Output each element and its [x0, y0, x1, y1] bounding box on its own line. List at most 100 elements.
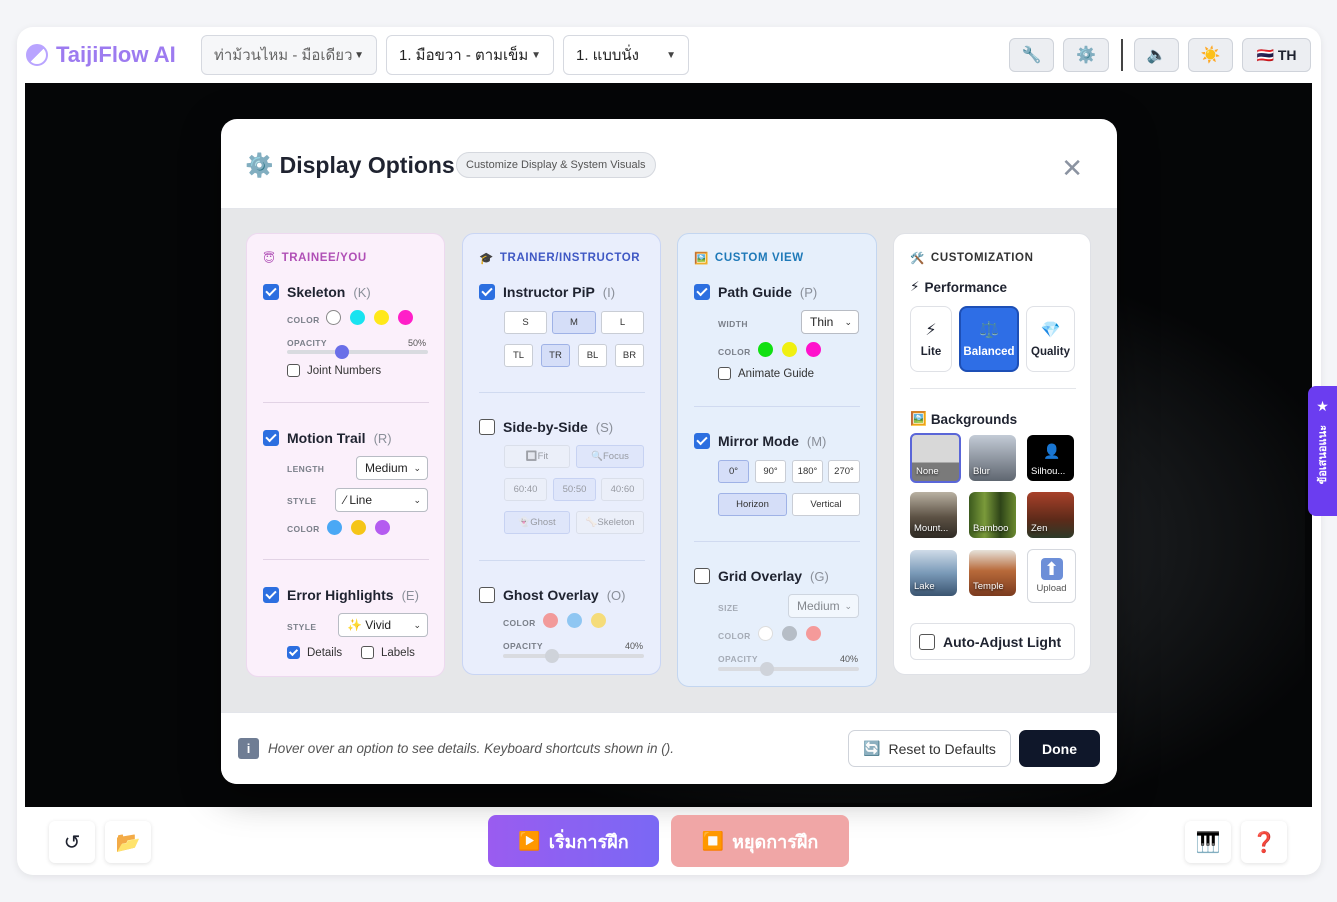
feedback-tab[interactable]: ★ ข้อเสนอแนะ	[1308, 386, 1337, 516]
motion-trail-toggle[interactable]: Motion Trail (R)	[263, 430, 392, 446]
mirror-toggle[interactable]: Mirror Mode (M)	[694, 433, 826, 449]
skeleton-color-yellow[interactable]	[374, 310, 389, 325]
bg-temple[interactable]: Temple	[969, 550, 1016, 596]
wrench-button[interactable]: 🔧	[1009, 38, 1054, 72]
pip-pos-br[interactable]: BR	[615, 344, 644, 367]
bg-lake[interactable]: Lake	[910, 550, 957, 596]
perf-balanced[interactable]: ⚖️ Balanced	[959, 306, 1019, 372]
bg-silhouette[interactable]: 👤 Silhou...	[1027, 435, 1074, 481]
help-button[interactable]: ❓	[1241, 821, 1287, 863]
mirror-checkbox[interactable]	[694, 433, 710, 449]
sbs-mode-fit[interactable]: 🔲 Fit	[504, 445, 570, 468]
pose-select[interactable]: 1. แบบนั่ง ▼	[563, 35, 689, 75]
trail-color-purple[interactable]	[375, 520, 390, 535]
pip-size-m[interactable]: M	[552, 311, 596, 334]
path-color-green[interactable]	[758, 342, 773, 357]
grid-opacity-slider[interactable]	[718, 662, 859, 676]
pip-size-s[interactable]: S	[504, 311, 547, 334]
path-width-select[interactable]: Thin ⌄	[801, 310, 859, 334]
done-button[interactable]: Done	[1019, 730, 1100, 767]
path-color-magenta[interactable]	[806, 342, 821, 357]
perf-quality[interactable]: 💎 Quality	[1026, 306, 1075, 372]
grid-color-gray[interactable]	[782, 626, 797, 641]
joint-numbers-checkbox[interactable]	[287, 364, 300, 377]
motion-trail-checkbox[interactable]	[263, 430, 279, 446]
bg-blur[interactable]: Blur	[969, 435, 1016, 481]
keyboard-button[interactable]: 🎹	[1185, 821, 1231, 863]
bg-zen[interactable]: Zen	[1027, 492, 1074, 538]
trail-style-select[interactable]: ⁄ Line ⌄	[335, 488, 428, 512]
hand-select[interactable]: 1. มือขวา - ตามเข็ม ▼	[386, 35, 554, 75]
mirror-angle-90[interactable]: 90°	[755, 460, 786, 483]
start-training-button[interactable]: ▶️ เริ่มการฝึก	[488, 815, 659, 867]
pip-size-l[interactable]: L	[601, 311, 644, 334]
path-guide-checkbox[interactable]	[694, 284, 710, 300]
mirror-angle-0[interactable]: 0°	[718, 460, 749, 483]
close-icon[interactable]: ✕	[1061, 155, 1083, 181]
sound-button[interactable]: 🔈	[1134, 38, 1179, 72]
ghost-color-yellow[interactable]	[591, 613, 606, 628]
grid-color-white[interactable]	[758, 626, 773, 641]
sbs-checkbox[interactable]	[479, 419, 495, 435]
details-checkbox[interactable]	[287, 646, 300, 659]
skeleton-color-magenta[interactable]	[398, 310, 413, 325]
sbs-toggle[interactable]: Side-by-Side (S)	[479, 419, 613, 435]
trail-length-select[interactable]: Medium ⌄	[356, 456, 428, 480]
bg-bamboo[interactable]: Bamboo	[969, 492, 1016, 538]
pip-checkbox[interactable]	[479, 284, 495, 300]
form-select[interactable]: ท่าม้วนไหม - มือเดียว ▼	[201, 35, 377, 75]
theme-button[interactable]: ☀️	[1188, 38, 1233, 72]
error-style-select[interactable]: ✨ Vivid ⌄	[338, 613, 428, 637]
grid-size-select[interactable]: Medium ⌄	[788, 594, 859, 618]
labels-toggle[interactable]: Labels	[361, 646, 415, 659]
sbs-view-skeleton[interactable]: 🦴 Skeleton	[576, 511, 644, 534]
ghost-color-red[interactable]	[543, 613, 558, 628]
reset-button[interactable]: ↺	[49, 821, 95, 863]
trail-color-yellow[interactable]	[351, 520, 366, 535]
skeleton-toggle[interactable]: Skeleton (K)	[263, 284, 371, 300]
error-highlights-toggle[interactable]: Error Highlights (E)	[263, 587, 419, 603]
skeleton-color-white[interactable]	[326, 310, 341, 325]
error-highlights-checkbox[interactable]	[263, 587, 279, 603]
sbs-mode-focus[interactable]: 🔍 Focus	[576, 445, 644, 468]
joint-numbers-toggle[interactable]: Joint Numbers	[287, 364, 381, 377]
mirror-axis-vertical[interactable]: Vertical	[792, 493, 860, 516]
path-color-yellow[interactable]	[782, 342, 797, 357]
stop-training-button[interactable]: ⏹️ หยุดการฝึก	[671, 815, 849, 867]
pip-toggle[interactable]: Instructor PiP (I)	[479, 284, 615, 300]
slider-thumb[interactable]	[545, 649, 559, 663]
labels-checkbox[interactable]	[361, 646, 374, 659]
sbs-ratio-50-50[interactable]: 50:50	[553, 478, 596, 501]
open-folder-button[interactable]: 📂	[105, 821, 151, 863]
skeleton-opacity-slider[interactable]	[287, 345, 428, 359]
pip-pos-tr[interactable]: TR	[541, 344, 570, 367]
sbs-ratio-60-40[interactable]: 60:40	[504, 478, 547, 501]
bg-mountain[interactable]: Mount...	[910, 492, 957, 538]
perf-lite[interactable]: ⚡ Lite	[910, 306, 952, 372]
sbs-ratio-40-60[interactable]: 40:60	[601, 478, 644, 501]
ghost-checkbox[interactable]	[479, 587, 495, 603]
ghost-opacity-slider[interactable]	[503, 649, 644, 663]
grid-color-red[interactable]	[806, 626, 821, 641]
sbs-view-ghost[interactable]: 👻 Ghost	[504, 511, 570, 534]
slider-thumb[interactable]	[760, 662, 774, 676]
slider-thumb[interactable]	[335, 345, 349, 359]
auto-adjust-toggle[interactable]: Auto-Adjust Light	[910, 623, 1075, 660]
path-guide-toggle[interactable]: Path Guide (P)	[694, 284, 817, 300]
auto-adjust-checkbox[interactable]	[919, 633, 935, 650]
skeleton-checkbox[interactable]	[263, 284, 279, 300]
settings-button[interactable]: ⚙️	[1063, 38, 1109, 72]
reset-defaults-button[interactable]: 🔄 Reset to Defaults	[848, 730, 1011, 767]
grid-checkbox[interactable]	[694, 568, 710, 584]
ghost-color-blue[interactable]	[567, 613, 582, 628]
mirror-axis-horizon[interactable]: Horizon	[718, 493, 787, 516]
pip-pos-bl[interactable]: BL	[578, 344, 607, 367]
bg-upload[interactable]: ⬆ Upload	[1027, 549, 1076, 603]
mirror-angle-270[interactable]: 270°	[828, 460, 860, 483]
animate-guide-toggle[interactable]: Animate Guide	[718, 367, 814, 380]
animate-guide-checkbox[interactable]	[718, 367, 731, 380]
skeleton-color-cyan[interactable]	[350, 310, 365, 325]
mirror-angle-180[interactable]: 180°	[792, 460, 823, 483]
ghost-toggle[interactable]: Ghost Overlay (O)	[479, 587, 625, 603]
bg-none[interactable]: None	[910, 433, 961, 483]
